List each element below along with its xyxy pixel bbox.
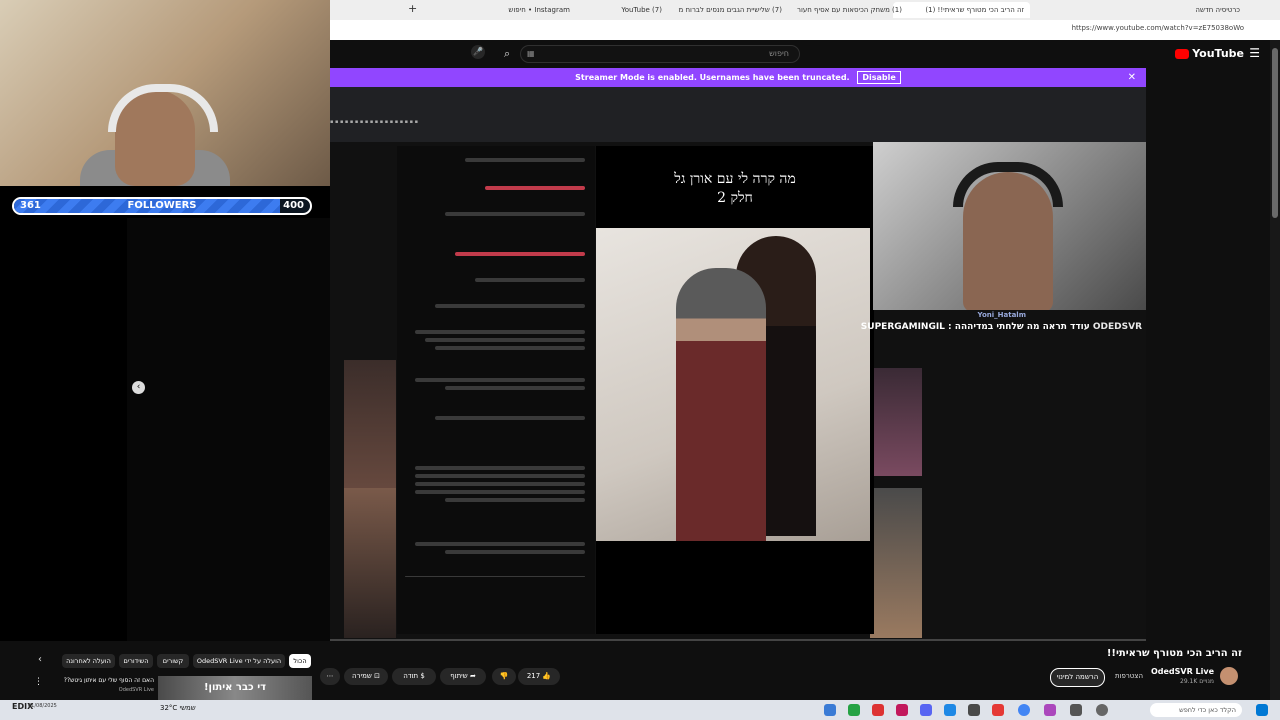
app-icon[interactable] <box>824 704 836 716</box>
chip-all[interactable]: הכול <box>289 654 311 668</box>
tab-instagram[interactable]: Instagram • חיפוש <box>470 2 570 18</box>
collapse-arrow-icon[interactable]: ‹ <box>132 381 145 394</box>
video-player[interactable]: Streamer Mode is enabled. Usernames have… <box>330 68 1146 641</box>
app-icon[interactable] <box>968 704 980 716</box>
app-icon[interactable] <box>896 704 908 716</box>
chevron-left-icon[interactable]: ‹ <box>38 654 42 665</box>
captured-browser: ▪ ▪ ▪ ▪ ▪ ▪ ▪ ▪ ▪ ▪ ▪ ▪ ▪ ▪ ▪ ▪ ▪ ▪ <box>330 87 1146 142</box>
close-icon[interactable]: ✕ <box>1128 68 1136 87</box>
recommended-thumbnail[interactable]: די כבר איתון! <box>158 676 312 700</box>
chrome-icon[interactable] <box>1018 704 1030 716</box>
windows-start-icon[interactable] <box>1256 704 1268 716</box>
microphone-icon[interactable]: 🎤 <box>471 45 485 59</box>
subscriber-count: 29.1K מנויים <box>1180 678 1214 685</box>
more-actions-button[interactable]: ⋯ <box>320 668 340 685</box>
thumbnail-tile <box>870 488 922 638</box>
youtube-header: 🎤 ⌕ חיפוש ▦ YouTube ☰ <box>330 40 1280 68</box>
streamer-webcam <box>873 142 1146 310</box>
tab-new[interactable]: כרטיסיה חדשה <box>1150 2 1240 18</box>
bookmark-icon: ⊡ <box>374 672 380 680</box>
person-figure <box>676 268 766 541</box>
video-info: זה הריב הכי מטורף שראיתי!! OdedSVR Live … <box>0 641 1270 700</box>
recommended-channel: OdedSVR Live <box>118 687 154 693</box>
taskbar-search-input[interactable]: הקלד כאן כדי לחפש <box>1150 703 1242 717</box>
chat-message: ODEDSVR עודד תראה מה שלחתי במדיההה : SUP… <box>860 322 1142 332</box>
thanks-button[interactable]: תודה $ <box>392 668 436 685</box>
streamer-mode-banner: Streamer Mode is enabled. Usernames have… <box>330 68 1146 87</box>
followers-goal: 400 <box>283 200 304 211</box>
like-count: 217 <box>526 672 541 680</box>
chat-username: Yoni_Hatalm <box>977 311 1026 319</box>
app-icon[interactable] <box>848 704 860 716</box>
task-view-icon[interactable] <box>1070 704 1082 716</box>
thumbnail-tile <box>344 488 396 638</box>
new-tab-icon[interactable]: + <box>408 1 417 17</box>
chip-live[interactable]: השידורים <box>119 654 153 668</box>
browser-tab-bar: זה הריב הכי מטורף שראיתי!! (1) (1) משחק … <box>330 0 1280 21</box>
followers-goal-bar: 361 FOLLOWERS 400 <box>12 197 312 215</box>
app-icon[interactable] <box>992 704 1004 716</box>
tab-youtube[interactable]: (7) YouTube <box>572 2 662 18</box>
windows-taskbar: EDIX 01/08/2025 32°C שמשי הקלד כאן כדי ל… <box>0 700 1280 720</box>
share-button[interactable]: שיתוף ➦ <box>440 668 486 685</box>
join-button[interactable]: הצטרפות <box>1106 668 1152 685</box>
thanks-icon: $ <box>420 672 425 680</box>
search-value: ▦ <box>527 49 535 58</box>
app-icon[interactable] <box>1044 704 1056 716</box>
taskbar-date: 01/08/2025 <box>28 703 57 709</box>
share-icon: ➦ <box>469 672 476 680</box>
app-icon[interactable] <box>872 704 884 716</box>
like-button[interactable]: 217 👍 <box>518 668 560 685</box>
video-title: זה הריב הכי מטורף שראיתי!! <box>1106 648 1242 659</box>
reel-frame <box>596 228 870 541</box>
app-icon[interactable] <box>944 704 956 716</box>
chip-recent[interactable]: הועלה לאחרונה <box>62 654 115 668</box>
search-icon[interactable]: ⌕ <box>504 47 510 61</box>
left-black-panel <box>0 186 330 641</box>
thumbnail-tile <box>344 360 396 500</box>
thumbnail-tile <box>870 368 922 476</box>
channel-name[interactable]: OdedSVR Live <box>1151 667 1214 676</box>
bookmarks-strip: ▪ ▪ ▪ ▪ ▪ ▪ ▪ ▪ ▪ ▪ ▪ ▪ ▪ ▪ ▪ ▪ ▪ ▪ <box>330 119 419 125</box>
followers-label: FOLLOWERS <box>127 200 197 211</box>
menu-icon[interactable]: ☰ <box>1249 46 1260 60</box>
save-button[interactable]: שמירה ⊡ <box>344 668 388 685</box>
chat-overlay: Yoni_Hatalm ODEDSVR עודד תראה מה שלחתי ב… <box>861 310 1146 340</box>
recommended-title[interactable]: האם זה הסוף שלי עם איתון גיטש?? <box>64 677 154 684</box>
discord-icon[interactable] <box>920 704 932 716</box>
tab-active[interactable]: זה הריב הכי מטורף שראיתי!! (1) <box>893 2 1030 18</box>
avatar[interactable] <box>1220 667 1238 685</box>
tab-chairs-game[interactable]: (1) משחק הכיסאות עם אסיף חעור <box>787 2 902 18</box>
subscribe-button[interactable]: הרשמה למינוי <box>1050 668 1105 687</box>
streamer-webcam-main <box>0 0 330 186</box>
chip-related[interactable]: קשורים <box>157 654 189 668</box>
more-vert-icon[interactable]: ⋮ <box>34 677 43 687</box>
tab-triplets[interactable]: (7) שלישיית הגבים מנסים לברוח מ <box>667 2 783 18</box>
thumbs-down-icon: 👎 <box>499 672 509 680</box>
chip-uploaded-by[interactable]: OdedSVR Live הועלה על ידי <box>193 654 285 668</box>
search-input[interactable]: חיפוש ▦ <box>520 45 800 63</box>
weather-widget[interactable]: 32°C שמשי <box>160 704 196 712</box>
youtube-logo[interactable]: YouTube <box>1175 47 1244 60</box>
comments-panel <box>397 146 595 634</box>
page-scrollbar[interactable] <box>1270 40 1280 700</box>
url-text: https://www.youtube.com/watch?v=zE75038o… <box>1071 24 1244 32</box>
reel-video[interactable]: מה קרה לי עם אורן גל חלק 2 <box>596 146 874 634</box>
banner-text: Streamer Mode is enabled. Usernames have… <box>575 73 850 82</box>
reel-caption: מה קרה לי עם אורן גל חלק 2 <box>674 171 796 206</box>
address-bar[interactable]: https://www.youtube.com/watch?v=zE75038o… <box>330 20 1280 41</box>
dislike-button[interactable]: 👎 <box>492 668 516 685</box>
cortana-icon[interactable] <box>1096 704 1108 716</box>
disable-button[interactable]: Disable <box>857 71 901 84</box>
